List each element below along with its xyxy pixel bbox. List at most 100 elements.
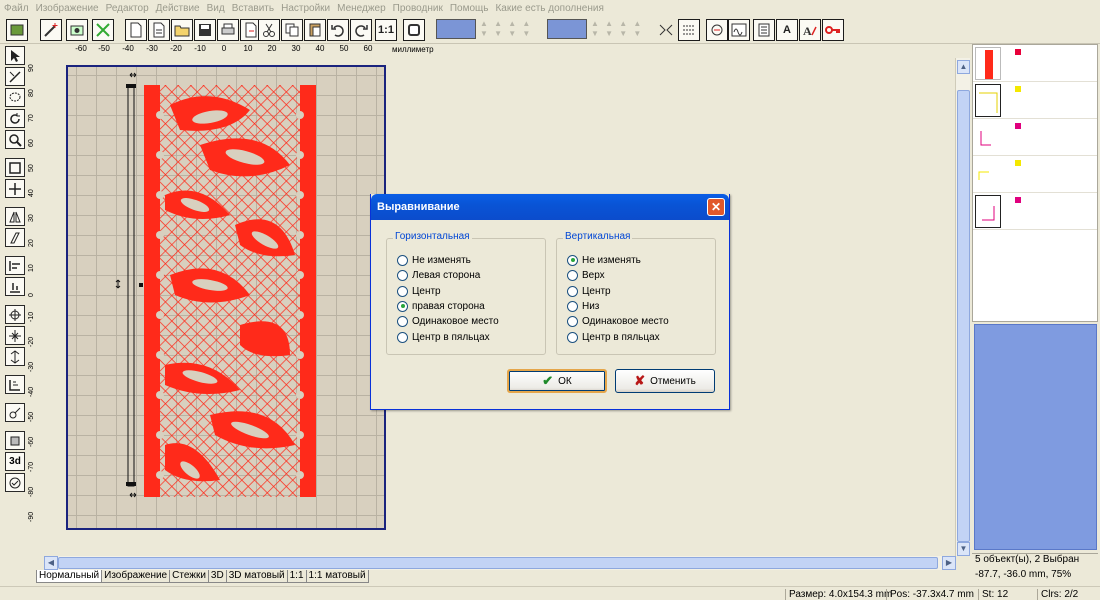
cut-icon[interactable] xyxy=(258,19,280,41)
tab-3d[interactable]: 3D xyxy=(207,570,227,583)
selection-handles[interactable] xyxy=(112,70,152,500)
tab-stitches[interactable]: Стежки xyxy=(169,570,209,583)
object-item[interactable] xyxy=(973,45,1097,82)
save-icon[interactable] xyxy=(194,19,216,41)
redo-icon[interactable] xyxy=(350,19,372,41)
radio-h-hoop-center[interactable]: Центр в пяльцах xyxy=(397,330,490,344)
view-2d-icon[interactable] xyxy=(5,431,25,450)
view-3d-button[interactable]: 3d xyxy=(5,452,25,471)
wave-icon[interactable] xyxy=(728,19,750,41)
undo-icon[interactable] xyxy=(327,19,349,41)
wand-icon[interactable] xyxy=(40,19,62,41)
tab-1-1[interactable]: 1:1 xyxy=(286,570,307,583)
color-swatch-2[interactable] xyxy=(547,19,587,39)
menu-insert[interactable]: Вставить xyxy=(232,3,274,14)
hoop-icon[interactable] xyxy=(6,19,28,41)
sewing-icon[interactable] xyxy=(706,19,728,41)
radio-h-center[interactable]: Центр xyxy=(397,284,441,298)
radio-v-bottom[interactable]: Низ xyxy=(567,299,599,313)
menu-manager[interactable]: Менеджер xyxy=(337,3,386,14)
radio-h-left[interactable]: Левая сторона xyxy=(397,268,480,282)
select-arrow-icon[interactable] xyxy=(5,46,25,65)
scroll-up-icon[interactable]: ▲ xyxy=(957,60,970,74)
scroll-thumb[interactable] xyxy=(957,90,970,542)
ruler-label: 70 xyxy=(28,114,35,122)
menu-editor[interactable]: Редактор xyxy=(106,3,149,14)
radio-v-top[interactable]: Верх xyxy=(567,268,605,282)
split-icon[interactable] xyxy=(655,19,677,41)
object-thumbnail xyxy=(975,121,1001,154)
ruler-label: 10 xyxy=(243,44,253,53)
close-icon[interactable]: ✕ xyxy=(707,198,725,216)
menu-action[interactable]: Действие xyxy=(156,3,200,14)
horizontal-scrollbar[interactable]: ◀ ▶ xyxy=(44,556,956,570)
center-icon[interactable] xyxy=(5,305,25,324)
menu-file[interactable]: Файл xyxy=(4,3,29,14)
spin-control-2[interactable]: ▲ ▲ ▲ ▲ ▼ ▼ ▼ ▼ xyxy=(589,19,647,39)
lace-design[interactable] xyxy=(140,85,320,497)
object-item[interactable] xyxy=(973,82,1097,119)
stitch-icon[interactable] xyxy=(678,19,700,41)
radio-h-no-change[interactable]: Не изменять xyxy=(397,253,471,267)
object-item[interactable] xyxy=(973,156,1097,193)
ruler-label: -90 xyxy=(28,511,35,522)
ratio-1-1-button[interactable]: 1:1 xyxy=(375,19,397,41)
zoom-icon[interactable] xyxy=(5,130,25,149)
key-icon[interactable] xyxy=(822,19,844,41)
reshape-icon[interactable] xyxy=(5,67,25,86)
align-bottom-icon[interactable] xyxy=(5,277,25,296)
menu-help[interactable]: Помощь xyxy=(450,3,489,14)
object-item[interactable] xyxy=(973,119,1097,156)
text-edit-icon[interactable]: A xyxy=(799,19,821,41)
open-folder-icon[interactable] xyxy=(171,19,193,41)
tab-image[interactable]: Изображение xyxy=(101,570,171,583)
scroll-right-icon[interactable]: ▶ xyxy=(942,556,956,570)
stop-icon[interactable] xyxy=(403,19,425,41)
open-file-icon[interactable] xyxy=(148,19,170,41)
radio-h-right[interactable]: правая сторона xyxy=(397,299,485,313)
menu-settings[interactable]: Настройки xyxy=(281,3,330,14)
guide-icon[interactable] xyxy=(5,375,25,394)
lasso-icon[interactable] xyxy=(5,88,25,107)
paste-icon[interactable] xyxy=(304,19,326,41)
print-icon[interactable] xyxy=(217,19,239,41)
cancel-button[interactable]: ✘ Отменить xyxy=(615,369,715,393)
ruler-label: -40 xyxy=(122,44,134,53)
spin-control-1[interactable]: ▲ ▲ ▲ ▲ ▼ ▼ ▼ ▼ xyxy=(478,19,536,39)
tab-normal[interactable]: Нормальный xyxy=(36,570,103,583)
radio-h-same[interactable]: Одинаковое место xyxy=(397,314,499,328)
rotate-icon[interactable] xyxy=(5,109,25,128)
skew-icon[interactable] xyxy=(5,228,25,247)
object-item[interactable] xyxy=(973,193,1097,230)
scroll-down-icon[interactable]: ▼ xyxy=(957,542,970,556)
preview-icon[interactable] xyxy=(5,473,25,492)
scroll-left-icon[interactable]: ◀ xyxy=(44,556,58,570)
menu-explorer[interactable]: Проводник xyxy=(393,3,443,14)
move-icon[interactable] xyxy=(5,179,25,198)
stitch-grid-icon[interactable] xyxy=(92,19,114,41)
vertical-scrollbar[interactable]: ▲ ▼ xyxy=(955,58,970,556)
ok-button[interactable]: ✔ ОК xyxy=(507,369,607,393)
stitch-order-icon[interactable] xyxy=(5,403,25,422)
radio-v-center[interactable]: Центр xyxy=(567,284,611,298)
photo-icon[interactable] xyxy=(66,19,88,41)
tab-3d-matte[interactable]: 3D матовый xyxy=(225,570,288,583)
frame-icon[interactable] xyxy=(5,158,25,177)
new-file-icon[interactable] xyxy=(125,19,147,41)
text-tool-button[interactable]: A xyxy=(776,19,798,41)
menu-image[interactable]: Изображение xyxy=(36,3,99,14)
radio-v-hoop-center[interactable]: Центр в пяльцах xyxy=(567,330,660,344)
spread-icon[interactable] xyxy=(5,347,25,366)
mirror-icon[interactable] xyxy=(5,207,25,226)
radio-v-same[interactable]: Одинаковое место xyxy=(567,314,669,328)
menu-view[interactable]: Вид xyxy=(207,3,225,14)
copy-icon[interactable] xyxy=(281,19,303,41)
tab-1-1-matte[interactable]: 1:1 матовый xyxy=(305,570,369,583)
align-left-icon[interactable] xyxy=(5,256,25,275)
radio-v-no-change[interactable]: Не изменять xyxy=(567,253,641,267)
scale-icon[interactable] xyxy=(5,326,25,345)
menu-addons[interactable]: Какие есть дополнения xyxy=(495,3,603,14)
color-swatch-1[interactable] xyxy=(436,19,476,39)
scroll-thumb[interactable] xyxy=(58,557,938,569)
density-icon[interactable] xyxy=(753,19,775,41)
